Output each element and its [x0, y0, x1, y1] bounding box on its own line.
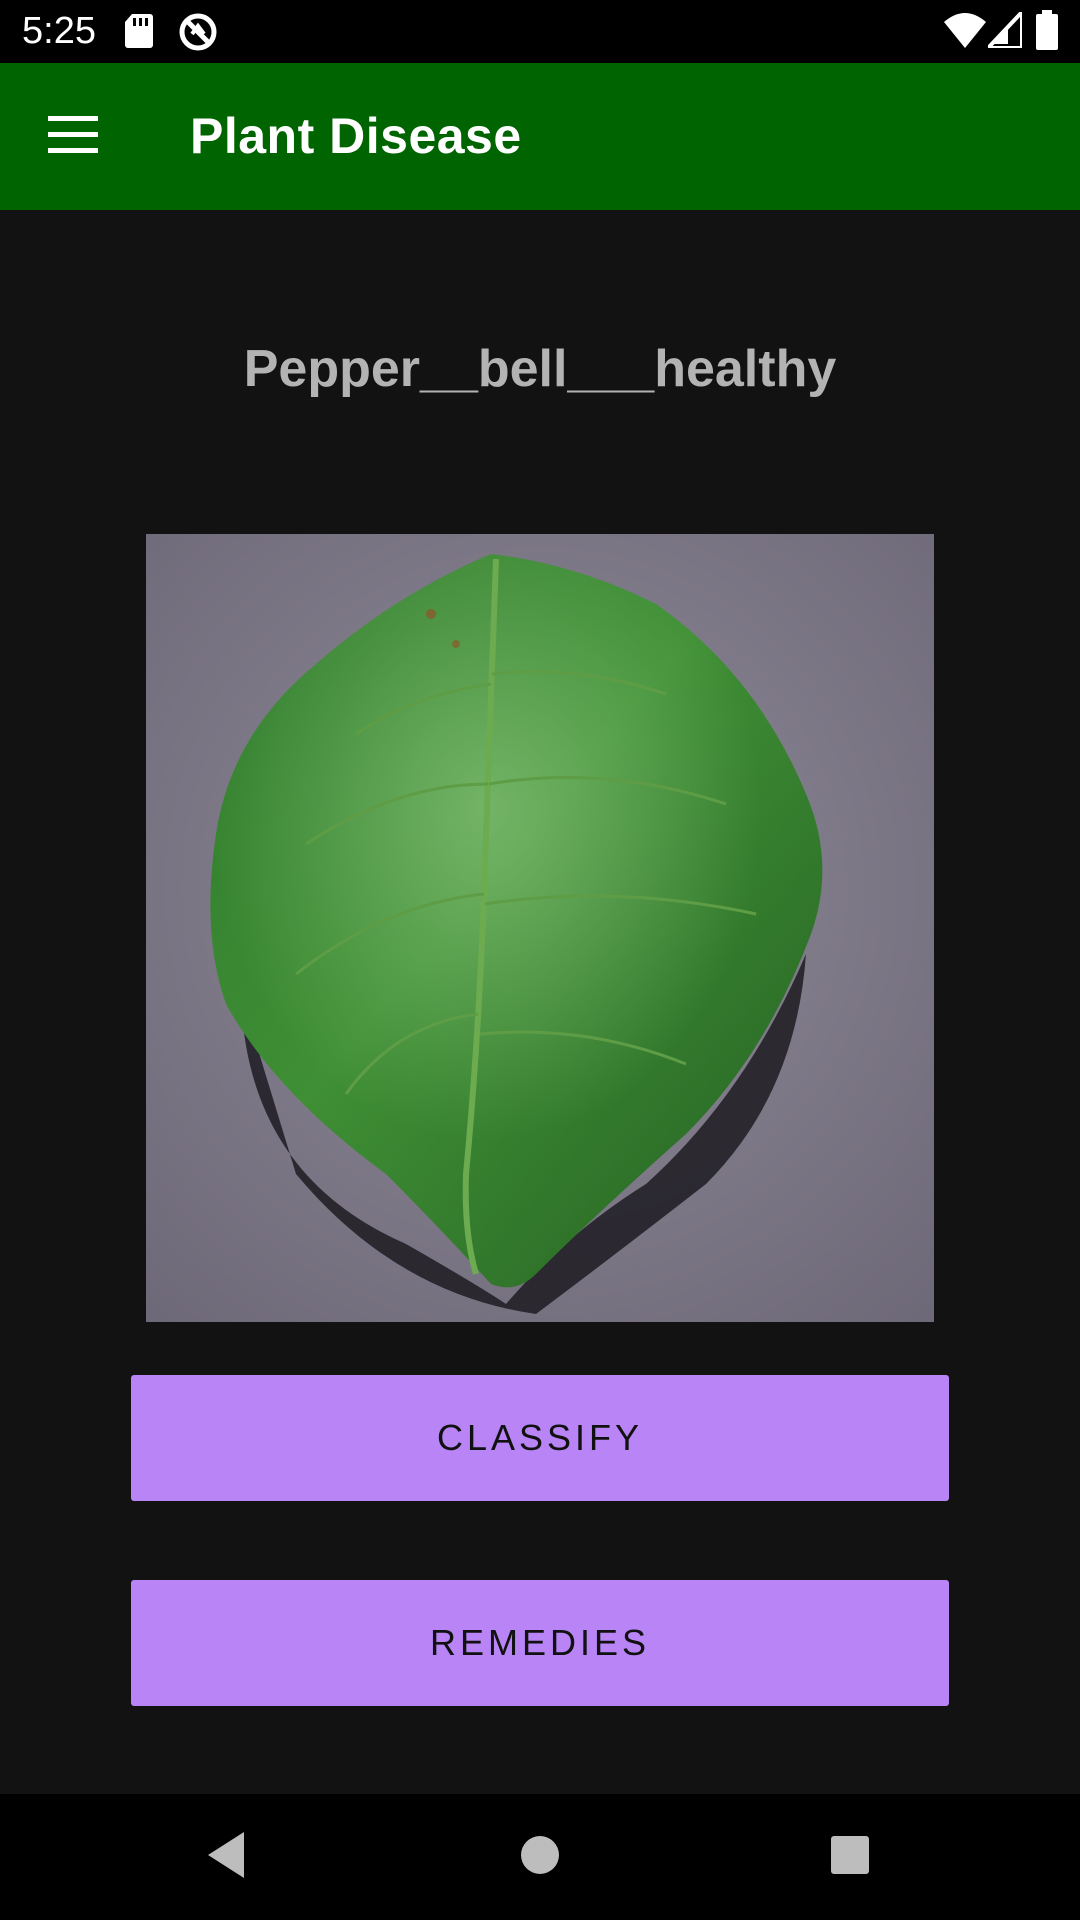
classify-button[interactable]: CLASSIFY	[131, 1375, 949, 1501]
remedies-button[interactable]: REMEDIES	[131, 1580, 949, 1706]
classification-result: Pepper__bell___healthy	[243, 340, 837, 398]
signal-icon	[983, 6, 1024, 53]
hamburger-menu-icon	[48, 115, 98, 159]
menu-button[interactable]	[34, 101, 112, 173]
wifi-icon	[944, 12, 986, 53]
back-button[interactable]	[190, 1821, 262, 1893]
sync-disabled-icon	[178, 12, 218, 57]
app-title: Plant Disease	[190, 108, 522, 164]
back-icon	[204, 1830, 248, 1885]
home-button[interactable]	[504, 1821, 576, 1893]
status-bar: 5:25	[0, 0, 1080, 63]
app-bar: Plant Disease	[0, 63, 1080, 210]
battery-icon	[1036, 10, 1058, 55]
recents-icon	[830, 1835, 870, 1880]
leaf-image	[146, 534, 934, 1322]
home-icon	[519, 1834, 561, 1881]
recents-button[interactable]	[814, 1821, 886, 1893]
status-time: 5:25	[22, 10, 96, 52]
sd-card-icon	[124, 14, 154, 53]
navigation-bar	[0, 1794, 1080, 1920]
